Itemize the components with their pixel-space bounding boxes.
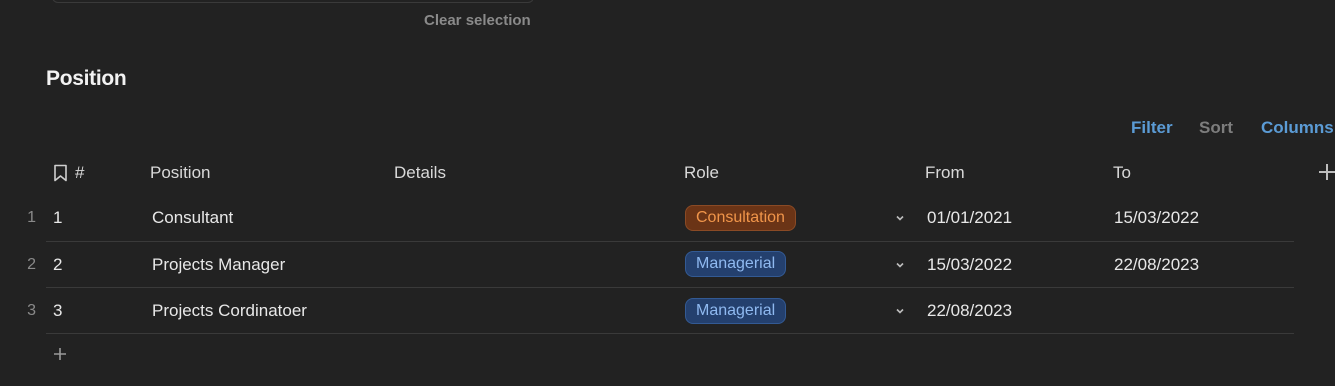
column-header-number[interactable]: # (75, 163, 84, 183)
add-column-icon[interactable] (1319, 163, 1335, 181)
cell-from[interactable]: 15/03/2022 (927, 255, 1012, 275)
cell-position[interactable]: Projects Manager (152, 255, 285, 275)
cell-number[interactable]: 2 (53, 255, 62, 275)
columns-button[interactable]: Columns (1261, 118, 1334, 138)
column-header-from[interactable]: From (925, 163, 965, 183)
column-header-position[interactable]: Position (150, 163, 210, 183)
row-index: 1 (27, 209, 36, 226)
chevron-down-icon[interactable] (894, 212, 906, 224)
bookmark-icon[interactable] (53, 164, 68, 182)
cell-details[interactable] (394, 255, 674, 277)
add-row-icon[interactable] (53, 347, 67, 361)
selection-input[interactable] (52, 0, 534, 3)
cell-number[interactable]: 3 (53, 301, 62, 321)
cell-from[interactable]: 01/01/2021 (927, 208, 1012, 228)
column-header-to[interactable]: To (1113, 163, 1131, 183)
row-index: 3 (27, 302, 36, 319)
role-badge[interactable]: Managerial (685, 251, 787, 277)
chevron-down-icon[interactable] (894, 259, 906, 271)
cell-to[interactable]: 22/08/2023 (1114, 255, 1199, 275)
column-header-details[interactable]: Details (394, 163, 446, 183)
section-title: Position (46, 67, 127, 90)
cell-details[interactable] (394, 208, 674, 230)
row-index: 2 (27, 256, 36, 273)
clear-selection-button[interactable]: Clear selection (424, 12, 531, 29)
row-divider (46, 333, 1294, 334)
row-divider (46, 287, 1294, 288)
chevron-down-icon[interactable] (894, 305, 906, 317)
cell-to[interactable] (1114, 301, 1284, 323)
cell-number[interactable]: 1 (53, 208, 62, 228)
cell-to[interactable]: 15/03/2022 (1114, 208, 1199, 228)
cell-details[interactable] (394, 301, 674, 323)
sort-button[interactable]: Sort (1199, 118, 1233, 138)
role-badge[interactable]: Managerial (685, 298, 787, 324)
filter-button[interactable]: Filter (1131, 118, 1173, 138)
cell-position[interactable]: Consultant (152, 208, 233, 228)
row-divider (46, 241, 1294, 242)
cell-position[interactable]: Projects Cordinatoer (152, 301, 307, 321)
column-header-role[interactable]: Role (684, 163, 719, 183)
role-badge[interactable]: Consultation (685, 205, 796, 231)
cell-from[interactable]: 22/08/2023 (927, 301, 1012, 321)
